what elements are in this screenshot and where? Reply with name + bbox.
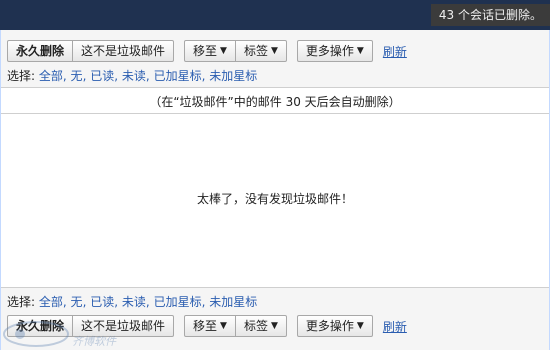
not-spam-button[interactable]: 这不是垃圾邮件: [73, 40, 175, 62]
labels-button[interactable]: 标签 ▼: [235, 315, 287, 337]
refresh-link[interactable]: 刷新: [383, 318, 407, 335]
select-label: 选择:: [7, 69, 36, 83]
move-to-button[interactable]: 移至 ▼: [184, 40, 236, 62]
spam-panel: 永久删除 这不是垃圾邮件 移至 ▼ 标签 ▼ 更多操作 ▼ 刷新 选择: 全部,…: [0, 30, 550, 350]
select-row-top: 选择: 全部, 无, 已读, 未读, 已加星标, 未加星标: [7, 69, 258, 83]
more-actions-button[interactable]: 更多操作 ▼: [296, 40, 373, 62]
select-unread-link[interactable]: 未读: [122, 295, 146, 309]
top-toolbar-area: 永久删除 这不是垃圾邮件 移至 ▼ 标签 ▼ 更多操作 ▼ 刷新 选择: 全部,…: [1, 30, 549, 88]
select-all-link[interactable]: 全部: [39, 69, 63, 83]
chevron-down-icon: ▼: [356, 321, 364, 331]
deleted-notification: 43 个会话已删除。: [430, 4, 550, 26]
select-starred-link[interactable]: 已加星标: [154, 69, 202, 83]
chevron-down-icon: ▼: [220, 321, 227, 331]
move-label-button-group: 移至 ▼ 标签 ▼: [184, 315, 287, 337]
top-action-toolbar: 永久删除 这不是垃圾邮件 移至 ▼ 标签 ▼ 更多操作 ▼ 刷新: [7, 39, 407, 63]
select-label: 选择:: [7, 295, 36, 309]
select-none-link[interactable]: 无: [71, 69, 83, 83]
move-to-button[interactable]: 移至 ▼: [184, 315, 236, 337]
chevron-down-icon: ▼: [220, 46, 227, 56]
auto-delete-info: （在“垃圾邮件”中的邮件 30 天后会自动删除）: [1, 90, 549, 114]
select-all-link[interactable]: 全部: [39, 295, 63, 309]
chevron-down-icon: ▼: [270, 46, 278, 56]
more-actions-label: 更多操作: [305, 319, 354, 333]
select-unstarred-link[interactable]: 未加星标: [209, 295, 257, 309]
chevron-down-icon: ▼: [356, 46, 364, 56]
more-actions-button[interactable]: 更多操作 ▼: [296, 315, 373, 337]
select-read-link[interactable]: 已读: [90, 69, 114, 83]
select-unread-link[interactable]: 未读: [122, 69, 146, 83]
watermark-text: 齐博软件: [72, 335, 116, 348]
delete-forever-button[interactable]: 永久删除: [7, 40, 74, 62]
select-unstarred-link[interactable]: 未加星标: [209, 69, 257, 83]
select-none-link[interactable]: 无: [71, 295, 83, 309]
labels-button[interactable]: 标签 ▼: [235, 40, 287, 62]
primary-button-group: 永久删除 这不是垃圾邮件: [7, 40, 175, 62]
watermark: 齐博软件: [2, 318, 132, 350]
more-actions-label: 更多操作: [305, 44, 354, 58]
chevron-down-icon: ▼: [270, 321, 278, 331]
select-starred-link[interactable]: 已加星标: [154, 295, 202, 309]
move-label-button-group: 移至 ▼ 标签 ▼: [184, 40, 287, 62]
labels-label: 标签: [243, 319, 268, 333]
logo-icon: [3, 321, 69, 347]
top-bar: 43 个会话已删除。: [0, 0, 550, 30]
labels-label: 标签: [243, 44, 268, 58]
move-to-label: 移至: [193, 319, 218, 333]
select-row-bottom: 选择: 全部, 无, 已读, 未读, 已加星标, 未加星标: [7, 295, 258, 309]
move-to-label: 移至: [193, 44, 218, 58]
empty-spam-message: 太棒了，没有发现垃圾邮件！: [196, 192, 353, 206]
select-read-link[interactable]: 已读: [90, 295, 114, 309]
refresh-link[interactable]: 刷新: [383, 43, 407, 60]
